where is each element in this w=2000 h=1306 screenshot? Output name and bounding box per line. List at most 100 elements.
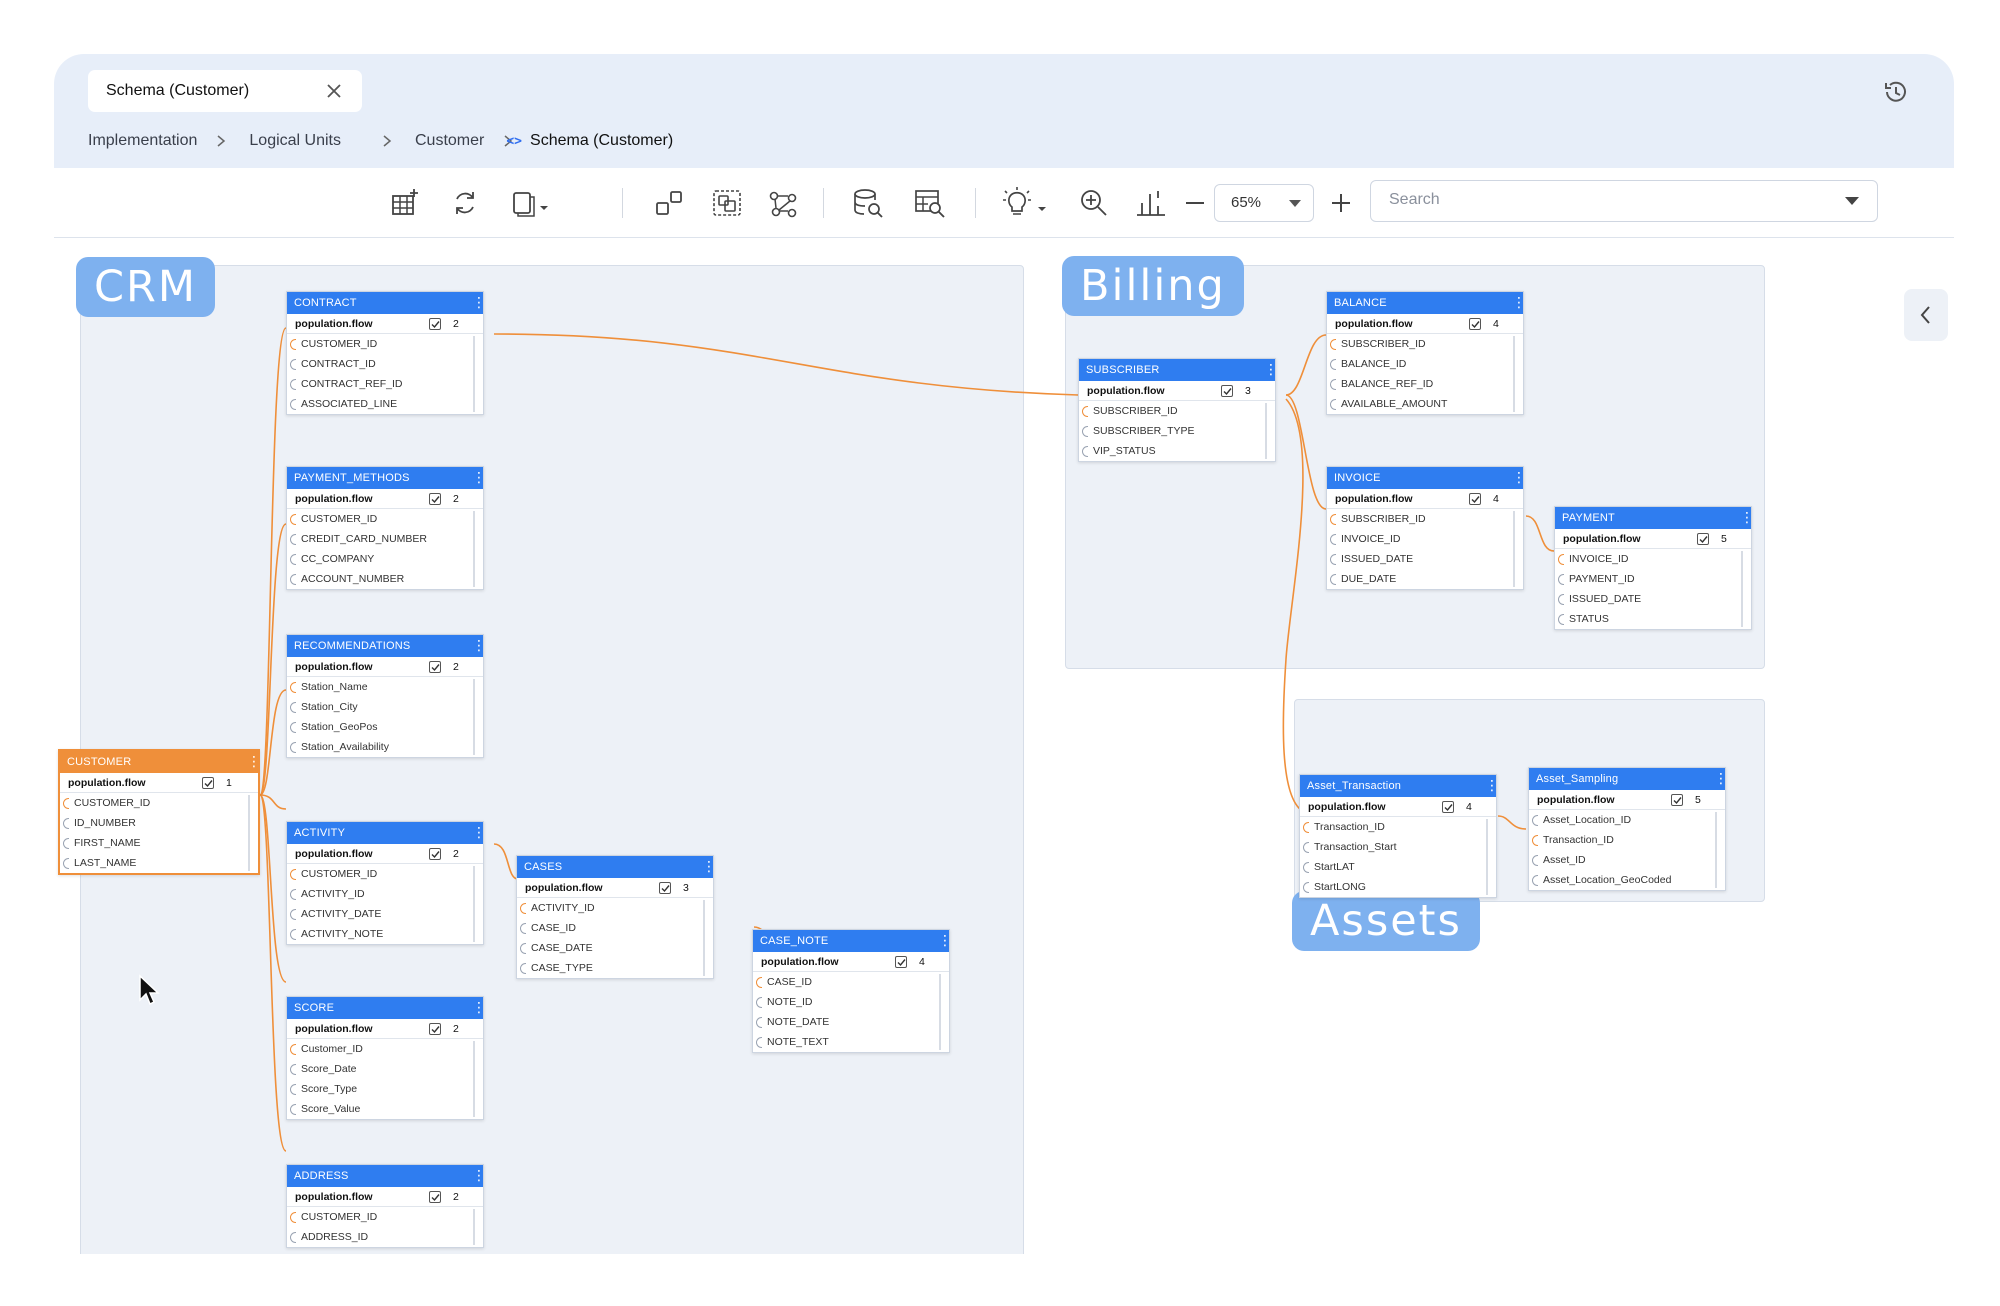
- checkbox-checked-icon[interactable]: [1469, 493, 1481, 505]
- field-row[interactable]: StartLONG: [1300, 877, 1482, 897]
- field-row[interactable]: NOTE_TEXT: [753, 1032, 935, 1052]
- field-row[interactable]: CUSTOMER_ID: [287, 864, 469, 884]
- table-card-case-note[interactable]: CASE_NOTE ⋮ population.flow 4 CASE_ID NOTE_ID…: [752, 929, 952, 1053]
- field-row[interactable]: Score_Type: [287, 1079, 469, 1099]
- scrollbar[interactable]: [1265, 403, 1267, 459]
- field-row[interactable]: NOTE_ID: [753, 992, 935, 1012]
- field-row[interactable]: CC_COMPANY: [287, 549, 469, 569]
- add-table-icon[interactable]: [388, 186, 422, 220]
- field-row[interactable]: ACTIVITY_ID: [517, 898, 699, 918]
- zoom-select[interactable]: 65%: [1214, 184, 1314, 222]
- zoom-plus-icon[interactable]: [1324, 186, 1358, 220]
- scrollbar[interactable]: [473, 866, 475, 942]
- population-flow-row[interactable]: population.flow 2: [287, 1187, 483, 1207]
- scrollbar[interactable]: [473, 336, 475, 412]
- scrollbar[interactable]: [248, 795, 250, 871]
- scrollbar[interactable]: [1513, 336, 1515, 412]
- field-row[interactable]: ID_NUMBER: [60, 813, 244, 833]
- field-row[interactable]: ADDRESS_ID: [287, 1227, 469, 1247]
- field-row[interactable]: CASE_TYPE: [517, 958, 699, 978]
- field-row[interactable]: Station_City: [287, 697, 469, 717]
- kebab-menu-icon[interactable]: ⋮: [938, 933, 952, 949]
- field-row[interactable]: Station_GeoPos: [287, 717, 469, 737]
- database-search-icon[interactable]: [851, 186, 885, 220]
- kebab-menu-icon[interactable]: ⋮: [472, 1168, 486, 1184]
- select-group-icon[interactable]: [710, 186, 744, 220]
- table-card-payment[interactable]: PAYMENT ⋮ population.flow 5 INVOICE_ID PAYMEN…: [1554, 506, 1754, 630]
- table-header[interactable]: CASES ⋮: [517, 856, 716, 878]
- kebab-menu-icon[interactable]: ⋮: [1264, 362, 1278, 378]
- field-row[interactable]: CASE_ID: [517, 918, 699, 938]
- checkbox-checked-icon[interactable]: [429, 318, 441, 330]
- kebab-menu-icon[interactable]: ⋮: [1485, 778, 1499, 794]
- field-row[interactable]: Station_Name: [287, 677, 469, 697]
- kebab-menu-icon[interactable]: ⋮: [472, 470, 486, 486]
- table-header[interactable]: ACTIVITY ⋮: [287, 822, 486, 844]
- field-row[interactable]: CUSTOMER_ID: [287, 1207, 469, 1227]
- table-header[interactable]: PAYMENT_METHODS ⋮: [287, 467, 486, 489]
- checkbox-checked-icon[interactable]: [895, 956, 907, 968]
- population-flow-row[interactable]: population.flow 3: [517, 878, 713, 898]
- population-flow-row[interactable]: population.flow 5: [1555, 529, 1751, 549]
- population-flow-row[interactable]: population.flow 5: [1529, 790, 1725, 810]
- history-icon[interactable]: [1880, 76, 1912, 108]
- copy-dropdown-icon[interactable]: [508, 186, 554, 220]
- refresh-icon[interactable]: [448, 186, 482, 220]
- field-row[interactable]: ACTIVITY_NOTE: [287, 924, 469, 944]
- checkbox-checked-icon[interactable]: [429, 661, 441, 673]
- table-card-invoice[interactable]: INVOICE ⋮ population.flow 4 SUBSCRIBER_ID INV…: [1326, 466, 1526, 590]
- breadcrumb-logical-units[interactable]: Logical Units: [249, 132, 341, 150]
- kebab-menu-icon[interactable]: ⋮: [1740, 510, 1754, 526]
- field-row[interactable]: Transaction_Start: [1300, 837, 1482, 857]
- kebab-menu-icon[interactable]: ⋮: [472, 1000, 486, 1016]
- tab-schema-customer[interactable]: Schema (Customer): [88, 70, 362, 112]
- field-row[interactable]: ASSOCIATED_LINE: [287, 394, 469, 414]
- field-row[interactable]: Asset_Location_GeoCoded: [1529, 870, 1711, 890]
- table-card-customer[interactable]: CUSTOMER ⋮ population.flow 1 CUSTOMER_ID ID_N…: [58, 749, 261, 875]
- table-card-payment-methods[interactable]: PAYMENT_METHODS ⋮ population.flow 2 CUSTOMER…: [286, 466, 486, 590]
- checkbox-checked-icon[interactable]: [1469, 318, 1481, 330]
- checkbox-checked-icon[interactable]: [1221, 385, 1233, 397]
- field-row[interactable]: AVAILABLE_AMOUNT: [1327, 394, 1509, 414]
- table-header[interactable]: BALANCE ⋮: [1327, 292, 1526, 314]
- field-row[interactable]: NOTE_DATE: [753, 1012, 935, 1032]
- group-icon[interactable]: [652, 186, 686, 220]
- kebab-menu-icon[interactable]: ⋮: [472, 825, 486, 841]
- kebab-menu-icon[interactable]: ⋮: [1512, 470, 1526, 486]
- schema-canvas[interactable]: CRM Billing Assets CONTRACT ⋮ population…: [54, 239, 1954, 1254]
- field-row[interactable]: PAYMENT_ID: [1555, 569, 1737, 589]
- table-header[interactable]: SCORE ⋮: [287, 997, 486, 1019]
- field-row[interactable]: CUSTOMER_ID: [287, 509, 469, 529]
- side-panel-toggle[interactable]: [1904, 289, 1948, 341]
- field-row[interactable]: CONTRACT_ID: [287, 354, 469, 374]
- scrollbar[interactable]: [473, 1209, 475, 1245]
- checkbox-checked-icon[interactable]: [1697, 533, 1709, 545]
- close-icon[interactable]: [324, 81, 344, 101]
- table-header[interactable]: Asset_Sampling ⋮: [1529, 768, 1728, 790]
- population-flow-row[interactable]: population.flow 2: [287, 1019, 483, 1039]
- population-flow-row[interactable]: population.flow 4: [1327, 489, 1523, 509]
- table-header[interactable]: CUSTOMER ⋮: [60, 751, 261, 773]
- field-row[interactable]: ACTIVITY_DATE: [287, 904, 469, 924]
- kebab-menu-icon[interactable]: ⋮: [1512, 295, 1526, 311]
- scrollbar[interactable]: [1513, 511, 1515, 587]
- search-input[interactable]: [1389, 181, 1829, 219]
- field-row[interactable]: CREDIT_CARD_NUMBER: [287, 529, 469, 549]
- field-row[interactable]: SUBSCRIBER_ID: [1079, 401, 1261, 421]
- field-row[interactable]: ISSUED_DATE: [1555, 589, 1737, 609]
- table-header[interactable]: Asset_Transaction ⋮: [1300, 775, 1499, 797]
- population-flow-row[interactable]: population.flow 4: [1327, 314, 1523, 334]
- table-card-subscriber[interactable]: SUBSCRIBER ⋮ population.flow 3 SUBSCRIBER_ID…: [1078, 358, 1278, 462]
- chart-icon[interactable]: [1134, 186, 1168, 220]
- checkbox-checked-icon[interactable]: [1671, 794, 1683, 806]
- table-card-score[interactable]: SCORE ⋮ population.flow 2 Customer_ID Score_D…: [286, 996, 486, 1120]
- population-flow-row[interactable]: population.flow 2: [287, 657, 483, 677]
- population-flow-row[interactable]: population.flow 2: [287, 314, 483, 334]
- kebab-menu-icon[interactable]: ⋮: [472, 295, 486, 311]
- kebab-menu-icon[interactable]: ⋮: [1714, 771, 1728, 787]
- population-flow-row[interactable]: population.flow 3: [1079, 381, 1275, 401]
- table-card-contract[interactable]: CONTRACT ⋮ population.flow 2 CUSTOMER_ID CONT…: [286, 291, 486, 415]
- field-row[interactable]: BALANCE_ID: [1327, 354, 1509, 374]
- scrollbar[interactable]: [473, 679, 475, 755]
- population-flow-row[interactable]: population.flow 4: [753, 952, 949, 972]
